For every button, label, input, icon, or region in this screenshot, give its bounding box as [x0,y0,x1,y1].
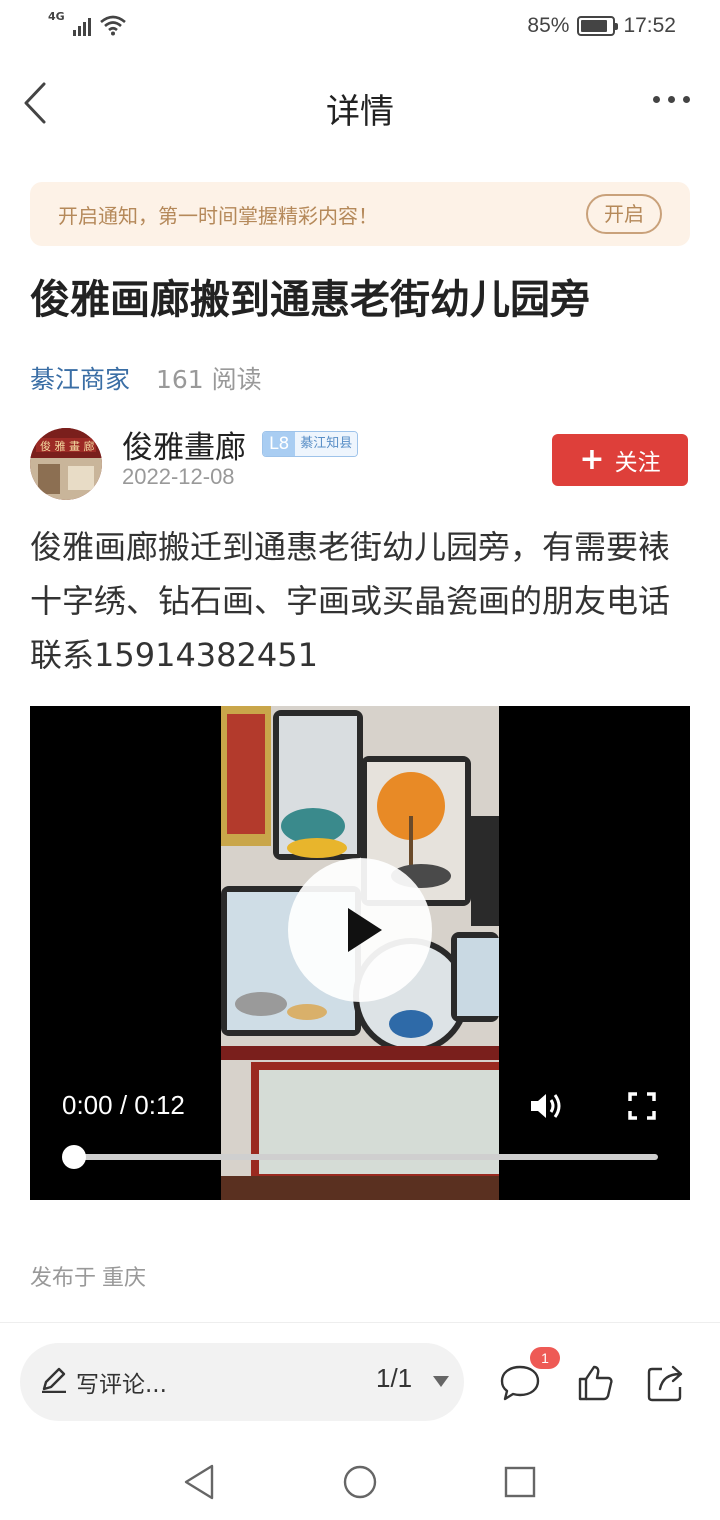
location-name: 重庆 [102,1266,147,1291]
comment-placeholder: 写评论... [76,1372,167,1398]
chevron-down-icon[interactable] [433,1376,449,1387]
like-icon[interactable] [574,1361,618,1405]
article-body: 俊雅画廊搬迁到通惠老街幼儿园旁，有需要裱十字绣、钻石画、字画或买晶瓷画的朋友电话… [30,528,671,674]
sys-home-icon[interactable] [340,1462,380,1502]
page-title: 详情 [326,92,394,132]
svg-text:俊 雅 畫 廊: 俊 雅 畫 廊 [40,439,95,453]
battery-percent: 85% [527,14,570,37]
author-name[interactable]: 俊雅畫廊 [122,422,246,467]
comment-input[interactable]: 写评论... 1/1 [20,1343,464,1421]
wifi-icon [99,15,126,36]
video-player[interactable]: 0:00 / 0:12 [30,706,690,1200]
publish-location: 发布于 重庆 [30,1260,146,1292]
fullscreen-icon[interactable] [628,1092,656,1120]
more-icon[interactable] [653,96,690,103]
network-type: 4G [48,10,65,23]
avatar[interactable]: 俊 雅 畫 廊 [30,428,102,500]
article-meta: 綦江商家 161 阅读 [30,360,262,396]
status-right: 85% 17:52 [527,14,676,38]
article-title: 俊雅画廊搬到通惠老街幼儿园旁 [30,277,590,323]
signal-icon [72,12,91,36]
plus-icon: + [579,442,605,477]
follow-button[interactable]: + 关注 [552,434,688,486]
system-nav-bar [0,1440,720,1520]
follow-label: 关注 [614,450,661,476]
pen-icon [42,1367,66,1393]
article-source[interactable]: 綦江商家 [30,365,130,394]
volume-icon[interactable] [528,1088,564,1124]
comment-count-badge: 1 [530,1347,560,1369]
share-icon[interactable] [644,1361,688,1405]
title-badge: 綦江知县 [295,432,358,456]
page-indicator[interactable]: 1/1 [376,1363,412,1394]
clock: 17:52 [623,14,676,37]
status-bar: 4G 85% 17:52 [0,0,720,58]
publish-date: 2022-12-08 [122,464,235,489]
notice-text: 开启通知，第一时间掌握精彩内容！ [58,204,378,228]
enable-notification-button[interactable]: 开启 [586,194,662,234]
video-progress-knob[interactable] [62,1145,86,1169]
status-left: 4G [48,10,127,36]
battery-icon [577,16,619,36]
sys-recent-icon[interactable] [500,1462,540,1502]
play-icon[interactable] [288,858,432,1002]
video-time: 0:00 / 0:12 [62,1090,185,1120]
location-prefix: 发布于 [30,1266,97,1291]
level-badge: L8 綦江知县 [262,431,359,457]
bottom-action-bar: 写评论... 1/1 1 [0,1322,720,1440]
sys-back-icon[interactable] [180,1462,220,1502]
notification-banner: 开启通知，第一时间掌握精彩内容！ 开启 [30,182,690,246]
read-count: 161 阅读 [155,365,262,394]
top-nav: 详情 [0,62,720,146]
video-progress-bar[interactable] [74,1154,658,1160]
level-label: L8 [263,432,296,456]
battery-fill [581,20,607,32]
